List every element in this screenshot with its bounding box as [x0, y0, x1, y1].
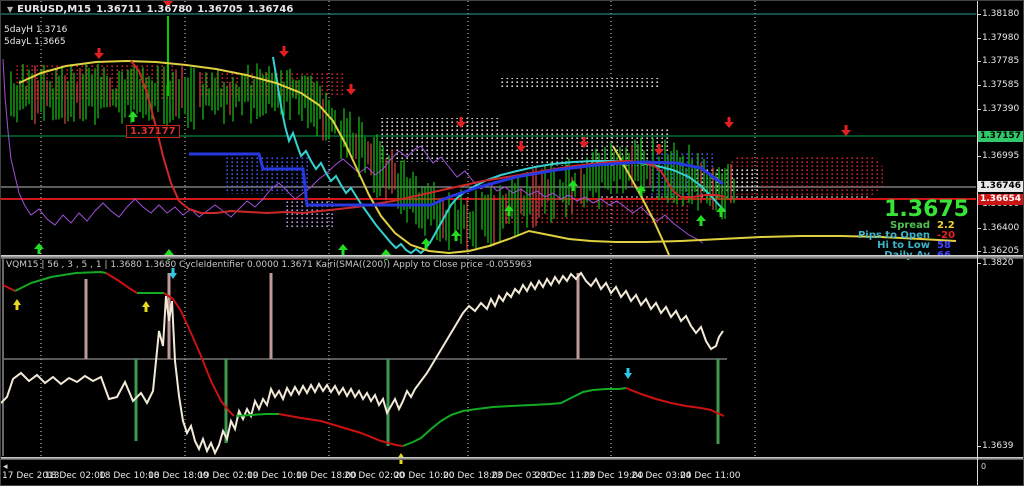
- cycle-line: [2, 284, 16, 292]
- price-tag-box[interactable]: 1.37177: [126, 125, 180, 138]
- price-scale-label: 1.3820: [982, 258, 1014, 268]
- scale-tick: [977, 251, 981, 252]
- axis-separator[interactable]: [1, 457, 1023, 460]
- scale-tick: [977, 263, 981, 264]
- scale-tick: [977, 109, 981, 110]
- price-scale-label: 1.3639: [982, 441, 1014, 451]
- price-scale-label: 1.37390: [982, 104, 1020, 114]
- info-panel: 1.3675 Spread 2.2 Pips to Open -20 Hi to Low…: [761, 199, 969, 261]
- chart-title: ▼ EURUSD,M15 1.36711 1.36780 1.36705 1.36746: [7, 4, 298, 15]
- cycle-line: [278, 413, 404, 447]
- price-scale-label: 1.37585: [982, 80, 1020, 90]
- scale-tick: [977, 156, 981, 157]
- scale-tick: [977, 446, 981, 447]
- price-scale-label: 1.36205: [982, 246, 1020, 256]
- time-axis-label: 18 Dec 02:00: [45, 471, 106, 481]
- scale-tick: [977, 228, 981, 229]
- cycle-line: [105, 272, 138, 294]
- five-day-low-label: 5dayL 1.3665: [4, 37, 66, 47]
- price-marker-box: 1.37157: [978, 131, 1023, 142]
- price-scale-label: 1.37980: [982, 33, 1020, 43]
- price-marker-box: 1.36746: [978, 181, 1023, 192]
- price-marker-box: 1.36654: [978, 194, 1023, 205]
- current-price: 1.3675: [884, 197, 969, 222]
- price-scale-label: 1.36400: [982, 223, 1020, 233]
- price-scale-label: 1.36995: [982, 151, 1020, 161]
- mt4-chart-window: ▼ EURUSD,M15 1.36711 1.36780 1.36705 1.36746 …: [0, 0, 1024, 486]
- low-value: 1.36705: [197, 4, 243, 15]
- time-axis-label: 24 Dec 11:00: [680, 471, 741, 481]
- cycle-line: [235, 413, 279, 417]
- scale-border: [977, 1, 978, 485]
- cycle-line: [625, 387, 725, 417]
- scroll-indicator[interactable]: ◂: [3, 462, 8, 472]
- vq-line: [1, 271, 724, 456]
- pane-separator[interactable]: [1, 255, 1023, 259]
- high-value: 1.36780: [146, 4, 193, 15]
- open-value: 1.36711: [96, 4, 142, 15]
- close-value: 1.36746: [247, 4, 294, 15]
- cycle-line: [402, 387, 627, 447]
- five-day-high-label: 5dayH 1.3716: [4, 25, 68, 35]
- chart-dropdown-icon[interactable]: ▼: [7, 5, 13, 14]
- indicator-pane[interactable]: [1, 259, 727, 464]
- cycle-line: [14, 270, 107, 292]
- indicator-header: VQM15 | 56 , 3 , 5 , 1 | 1.3680 1.3680 C…: [6, 260, 532, 270]
- price-scale-label: 1.38180: [982, 9, 1020, 19]
- scale-tick: [977, 85, 981, 86]
- scale-tick: [977, 61, 981, 62]
- scale-tick: [977, 38, 981, 39]
- symbol-label: EURUSD,M15: [17, 4, 92, 15]
- price-scale-label: 1.37785: [982, 56, 1020, 66]
- scale-corner-label: 0: [981, 462, 987, 471]
- scale-tick: [977, 14, 981, 15]
